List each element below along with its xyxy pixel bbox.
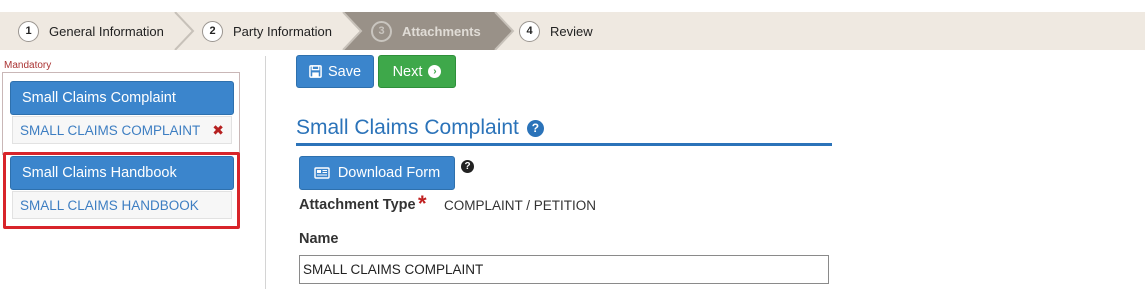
next-button-label: Next xyxy=(392,63,423,80)
next-button[interactable]: Next › xyxy=(378,55,456,88)
document-button-label: Small Claims Complaint xyxy=(22,90,176,106)
document-file-small-claims-complaint[interactable]: SMALL CLAIMS COMPLAINT ✖ xyxy=(12,116,232,144)
question-circle-icon[interactable]: ? xyxy=(526,119,544,137)
step-label: Attachments xyxy=(402,23,481,39)
document-file-name: SMALL CLAIMS HANDBOOK xyxy=(20,197,199,213)
section-title: Small Claims Complaint xyxy=(296,116,519,139)
wizard-step-attachments[interactable]: 3 Attachments xyxy=(371,12,481,50)
step-number: 3 xyxy=(371,20,392,42)
wizard-progress-bar: 1 General Information 2 Party Informatio… xyxy=(0,12,1145,50)
floppy-disk-icon xyxy=(309,65,322,78)
attachment-type-value: COMPLAINT / PETITION xyxy=(444,198,597,213)
newspaper-icon xyxy=(314,167,330,179)
required-asterisk: * xyxy=(418,191,427,216)
step-separator xyxy=(174,12,195,50)
name-label: Name xyxy=(299,231,339,247)
step-label: Review xyxy=(550,23,593,39)
download-form-label: Download Form xyxy=(337,165,441,181)
mandatory-label: Mandatory xyxy=(4,60,52,71)
document-button-small-claims-complaint[interactable]: Small Claims Complaint xyxy=(10,81,234,115)
attachment-type-label: Attachment Type xyxy=(299,197,416,213)
document-file-name: SMALL CLAIMS COMPLAINT xyxy=(20,122,201,138)
step-number: 4 xyxy=(519,20,540,42)
save-button[interactable]: Save xyxy=(296,55,374,88)
question-circle-icon[interactable]: ? xyxy=(461,160,474,173)
wizard-step-general-information[interactable]: 1 General Information xyxy=(18,12,164,50)
step-number: 2 xyxy=(202,20,223,42)
document-file-small-claims-handbook[interactable]: SMALL CLAIMS HANDBOOK xyxy=(12,191,232,219)
step-label: Party Information xyxy=(233,23,332,39)
document-button-label: Small Claims Handbook xyxy=(22,165,177,181)
section-header: Small Claims Complaint ? xyxy=(296,116,544,140)
step-label: General Information xyxy=(49,23,164,39)
wizard-step-party-information[interactable]: 2 Party Information xyxy=(202,12,332,50)
remove-x-icon[interactable]: ✖ xyxy=(212,122,224,139)
document-button-small-claims-handbook[interactable]: Small Claims Handbook xyxy=(10,156,234,190)
save-button-label: Save xyxy=(327,63,362,80)
panel-divider xyxy=(265,56,266,289)
section-title-rule xyxy=(296,143,832,146)
chevron-circle-right-icon: › xyxy=(428,65,442,78)
name-input[interactable] xyxy=(299,255,829,284)
download-form-button[interactable]: Download Form xyxy=(299,156,455,190)
step-number: 1 xyxy=(18,20,39,42)
wizard-step-review[interactable]: 4 Review xyxy=(519,12,593,50)
